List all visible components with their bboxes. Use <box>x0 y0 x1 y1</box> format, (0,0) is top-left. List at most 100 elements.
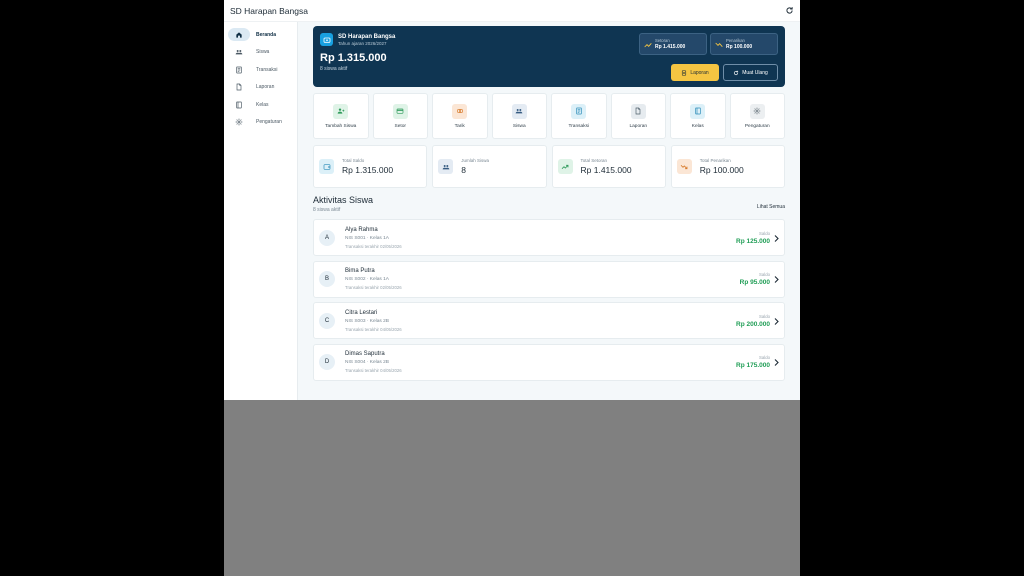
list-item[interactable]: C Citra Lestari NIS S003 · Kelas 2B Transak… <box>313 302 785 340</box>
stat-card-total-penarikan: Total Penarikan Rp 100.000 <box>670 145 785 188</box>
quick-action-laporan[interactable]: Laporan <box>610 93 666 139</box>
list-item[interactable]: A Alya Rahma NIS S001 · Kelas 1A Transaksi … <box>313 219 785 256</box>
laporan-button-label: Laporan <box>690 69 709 76</box>
quick-action-kelas[interactable]: Kelas <box>670 93 726 139</box>
student-nis: NIS S003 · Kelas 2B <box>345 318 389 324</box>
last-transaction: Transaksi terakhir 04/05/2026 <box>345 368 402 374</box>
see-all-link[interactable]: Lihat Semua <box>757 204 785 210</box>
activity-subtitle: 8 siswa aktif <box>313 207 341 213</box>
student-balance: Rp 125.000 <box>736 237 770 245</box>
balance-block: Saldo Rp 200.000 <box>736 314 770 328</box>
list-item[interactable]: D Dimas Saputra NIS S004 · Kelas 2B Transak… <box>313 343 785 381</box>
hero-mini-stats: Setoran Rp 1.415.000 Penarikan Rp 100.00… <box>639 33 778 55</box>
school-name: SD Harapan Bangsa <box>338 33 396 40</box>
sidebar-item-label: Laporan <box>256 84 275 90</box>
stat-value: Rp 100.000 <box>699 165 744 175</box>
last-transaction: Transaksi terakhir 02/05/2026 <box>345 285 402 291</box>
hero-actions: Laporan Muat Ulang <box>671 64 778 81</box>
quick-action-siswa[interactable]: Siswa <box>491 93 547 139</box>
app-frame: SD Harapan Bangsa Beranda Siswa Transaksi L… <box>224 0 800 576</box>
quick-action-label: Laporan <box>629 123 648 129</box>
wallet-icon <box>319 159 334 174</box>
chevron-right-icon <box>774 353 779 371</box>
users-icon <box>228 46 250 59</box>
sidebar-item-label: Kelas <box>256 101 269 108</box>
document-icon <box>682 69 687 76</box>
trend-up-icon <box>644 35 652 53</box>
student-nis: NIS S004 · Kelas 2B <box>345 360 389 366</box>
stat-card-jumlah-siswa: Jumlah Siswa 8 <box>432 145 547 188</box>
summary-card: SD Harapan Bangsa Tahun ajaran 2026/2027… <box>313 26 785 87</box>
saldo-label: Saldo <box>759 272 770 278</box>
gear-icon <box>749 103 765 119</box>
gear-icon <box>228 116 250 129</box>
student-name: Citra Lestari <box>345 309 378 316</box>
quick-action-transaksi[interactable]: Transaksi <box>551 93 607 139</box>
app-title: SD Harapan Bangsa <box>230 5 308 16</box>
trend-down-icon <box>676 159 692 174</box>
quick-action-label: Siswa <box>512 123 526 129</box>
balance-block: Saldo Rp 125.000 <box>736 231 770 245</box>
quick-action-label: Pengaturan <box>744 123 770 129</box>
student-name: Alya Rahma <box>345 226 378 233</box>
sidebar-item-beranda[interactable]: Beranda <box>228 27 293 42</box>
users-icon <box>511 103 527 119</box>
stat-label: Total Saldo <box>342 158 365 163</box>
sidebar-item-transaksi[interactable]: Transaksi <box>228 62 293 77</box>
sidebar-item-label: Siswa <box>256 49 270 55</box>
quick-actions: Tambah Siswa Setor Tarik Siswa Transaksi Lapo… <box>313 93 785 139</box>
main-content: SD Harapan Bangsa Tahun ajaran 2026/2027… <box>313 26 785 385</box>
sidebar-item-pengaturan[interactable]: Pengaturan <box>228 115 293 130</box>
home-icon <box>228 28 250 41</box>
stat-label: Total Penarikan <box>699 158 731 163</box>
avatar: B <box>319 271 335 288</box>
quick-action-setor[interactable]: Setor <box>372 93 428 139</box>
quick-action-pengaturan[interactable]: Pengaturan <box>729 93 785 139</box>
student-name: Bima Putra <box>345 268 375 275</box>
saldo-label: Saldo <box>759 313 770 319</box>
student-balance: Rp 200.000 <box>736 320 770 328</box>
quick-action-label: Setor <box>394 123 406 129</box>
setoran-value: Rp 1.415.000 <box>655 44 686 50</box>
stat-value: Rp 1.415.000 <box>580 165 632 175</box>
stat-value: 8 <box>461 165 466 175</box>
student-balance: Rp 175.000 <box>736 362 770 370</box>
trend-up-icon <box>557 159 573 174</box>
school-year: Tahun ajaran 2026/2027 <box>338 40 387 46</box>
sidebar: Beranda Siswa Transaksi Laporan Kelas Pengatu… <box>224 22 298 400</box>
book-icon <box>690 103 706 119</box>
saldo-label: Saldo <box>759 230 770 236</box>
trend-down-icon <box>715 35 723 53</box>
student-nis: NIS S001 · Kelas 1A <box>345 235 389 241</box>
student-name: Dimas Saputra <box>345 351 385 358</box>
list-item[interactable]: B Bima Putra NIS S002 · Kelas 1A Transaksi … <box>313 260 785 298</box>
stat-card-total-setoran: Total Setoran Rp 1.415.000 <box>551 145 666 188</box>
activity-title: Aktivitas Siswa <box>313 195 374 205</box>
document-icon <box>228 81 250 94</box>
setoran-mini-card: Setoran Rp 1.415.000 <box>639 33 707 55</box>
stat-value: Rp 1.315.000 <box>342 165 394 175</box>
book-icon <box>228 98 250 111</box>
quick-action-tarik[interactable]: Tarik <box>432 93 488 139</box>
quick-action-tambah-siswa[interactable]: Tambah Siswa <box>313 93 369 139</box>
quick-action-label: Tarik <box>454 123 465 129</box>
empty-area <box>224 400 800 576</box>
laporan-button[interactable]: Laporan <box>671 64 719 81</box>
refresh-icon[interactable] <box>784 6 794 16</box>
school-logo-icon <box>320 33 333 46</box>
sidebar-item-siswa[interactable]: Siswa <box>228 45 293 60</box>
sidebar-item-kelas[interactable]: Kelas <box>228 97 293 112</box>
refresh-icon <box>734 70 739 75</box>
app: SD Harapan Bangsa Beranda Siswa Transaksi L… <box>224 0 800 400</box>
sidebar-item-label: Beranda <box>256 31 277 38</box>
sidebar-item-laporan[interactable]: Laporan <box>228 80 293 95</box>
coins-icon <box>452 103 468 119</box>
last-transaction: Transaksi terakhir 02/05/2026 <box>345 243 402 249</box>
stat-label: Jumlah Siswa <box>461 158 490 163</box>
penarikan-mini-card: Penarikan Rp 100.000 <box>710 33 778 55</box>
muat-ulang-button[interactable]: Muat Ulang <box>723 64 778 81</box>
last-transaction: Transaksi terakhir 04/05/2026 <box>345 326 402 332</box>
avatar: C <box>319 312 335 329</box>
chevron-right-icon <box>774 312 779 330</box>
avatar: A <box>319 229 335 246</box>
